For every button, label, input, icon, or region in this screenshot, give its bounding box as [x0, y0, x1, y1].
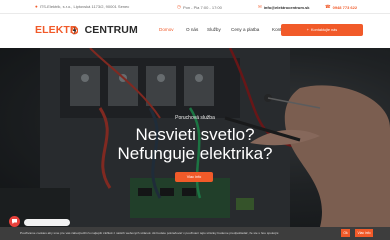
hero-title-line1: Nesvieti svetlo?	[135, 125, 255, 144]
main-navbar: ELEKTR CENTRUM Domov O nás Služby Ceny a …	[0, 14, 390, 48]
address-info: ● ITS-Elektrik, s.r.o., Liptovská 1173/2…	[35, 4, 129, 9]
address-text: ITS-Elektrik, s.r.o., Liptovská 1173/2, …	[39, 4, 130, 9]
email-link[interactable]: ✉ info@elektrocentrum.sk	[258, 4, 309, 10]
hero-more-info-button[interactable]: Viac info	[175, 172, 213, 182]
hero-section: Poruchová služba Nesvieti svetlo? Nefung…	[0, 48, 390, 227]
nav-item-pricing[interactable]: Ceny a platba	[231, 27, 259, 32]
nav-item-services[interactable]: Služby	[207, 27, 221, 32]
hero-eyebrow: Poruchová služba	[175, 115, 215, 121]
lightning-bolt-icon	[70, 26, 78, 35]
hours-text: Pon - Pia 7:00 - 17:00	[182, 4, 222, 10]
chat-prompt-pill[interactable]	[24, 219, 70, 226]
cookie-consent-bar: Používame cookies aby sme pre vás zabezp…	[0, 227, 390, 240]
cookie-more-info-button[interactable]: Viac info	[355, 229, 373, 237]
logo-text-part2: CENTRUM	[84, 24, 138, 36]
chat-bubble-icon	[12, 219, 17, 224]
top-info-bar: ● ITS-Elektrik, s.r.o., Liptovská 1173/2…	[0, 0, 390, 14]
phone-link[interactable]: ☎ 0948 773 622	[325, 4, 357, 10]
nav-item-about[interactable]: O nás	[186, 27, 198, 32]
phone-text[interactable]: 0948 773 622	[333, 5, 357, 10]
cookie-ok-button[interactable]: Ok	[341, 229, 350, 237]
mail-icon: ✉	[258, 4, 262, 9]
chat-button[interactable]	[9, 216, 20, 227]
hours-info: ◷ Pon - Pia 7:00 - 17:00	[177, 4, 222, 10]
cookie-text: Používame cookies aby sme pre vás zabezp…	[20, 231, 280, 235]
clock-icon: ◷	[177, 4, 181, 9]
contact-us-label: Kontaktujte nás	[311, 28, 338, 32]
contact-us-button[interactable]: + Kontaktujte nás	[281, 24, 363, 36]
hero-title-line2: Nefunguje elektrika?	[117, 144, 273, 163]
email-text[interactable]: info@elektrocentrum.sk	[264, 5, 310, 10]
nav-item-home[interactable]: Domov	[159, 27, 174, 32]
plus-icon: +	[306, 28, 310, 32]
phone-icon: ☎	[325, 4, 331, 9]
site-logo[interactable]: ELEKTR CENTRUM	[35, 24, 138, 36]
location-pin-icon: ●	[35, 4, 38, 9]
